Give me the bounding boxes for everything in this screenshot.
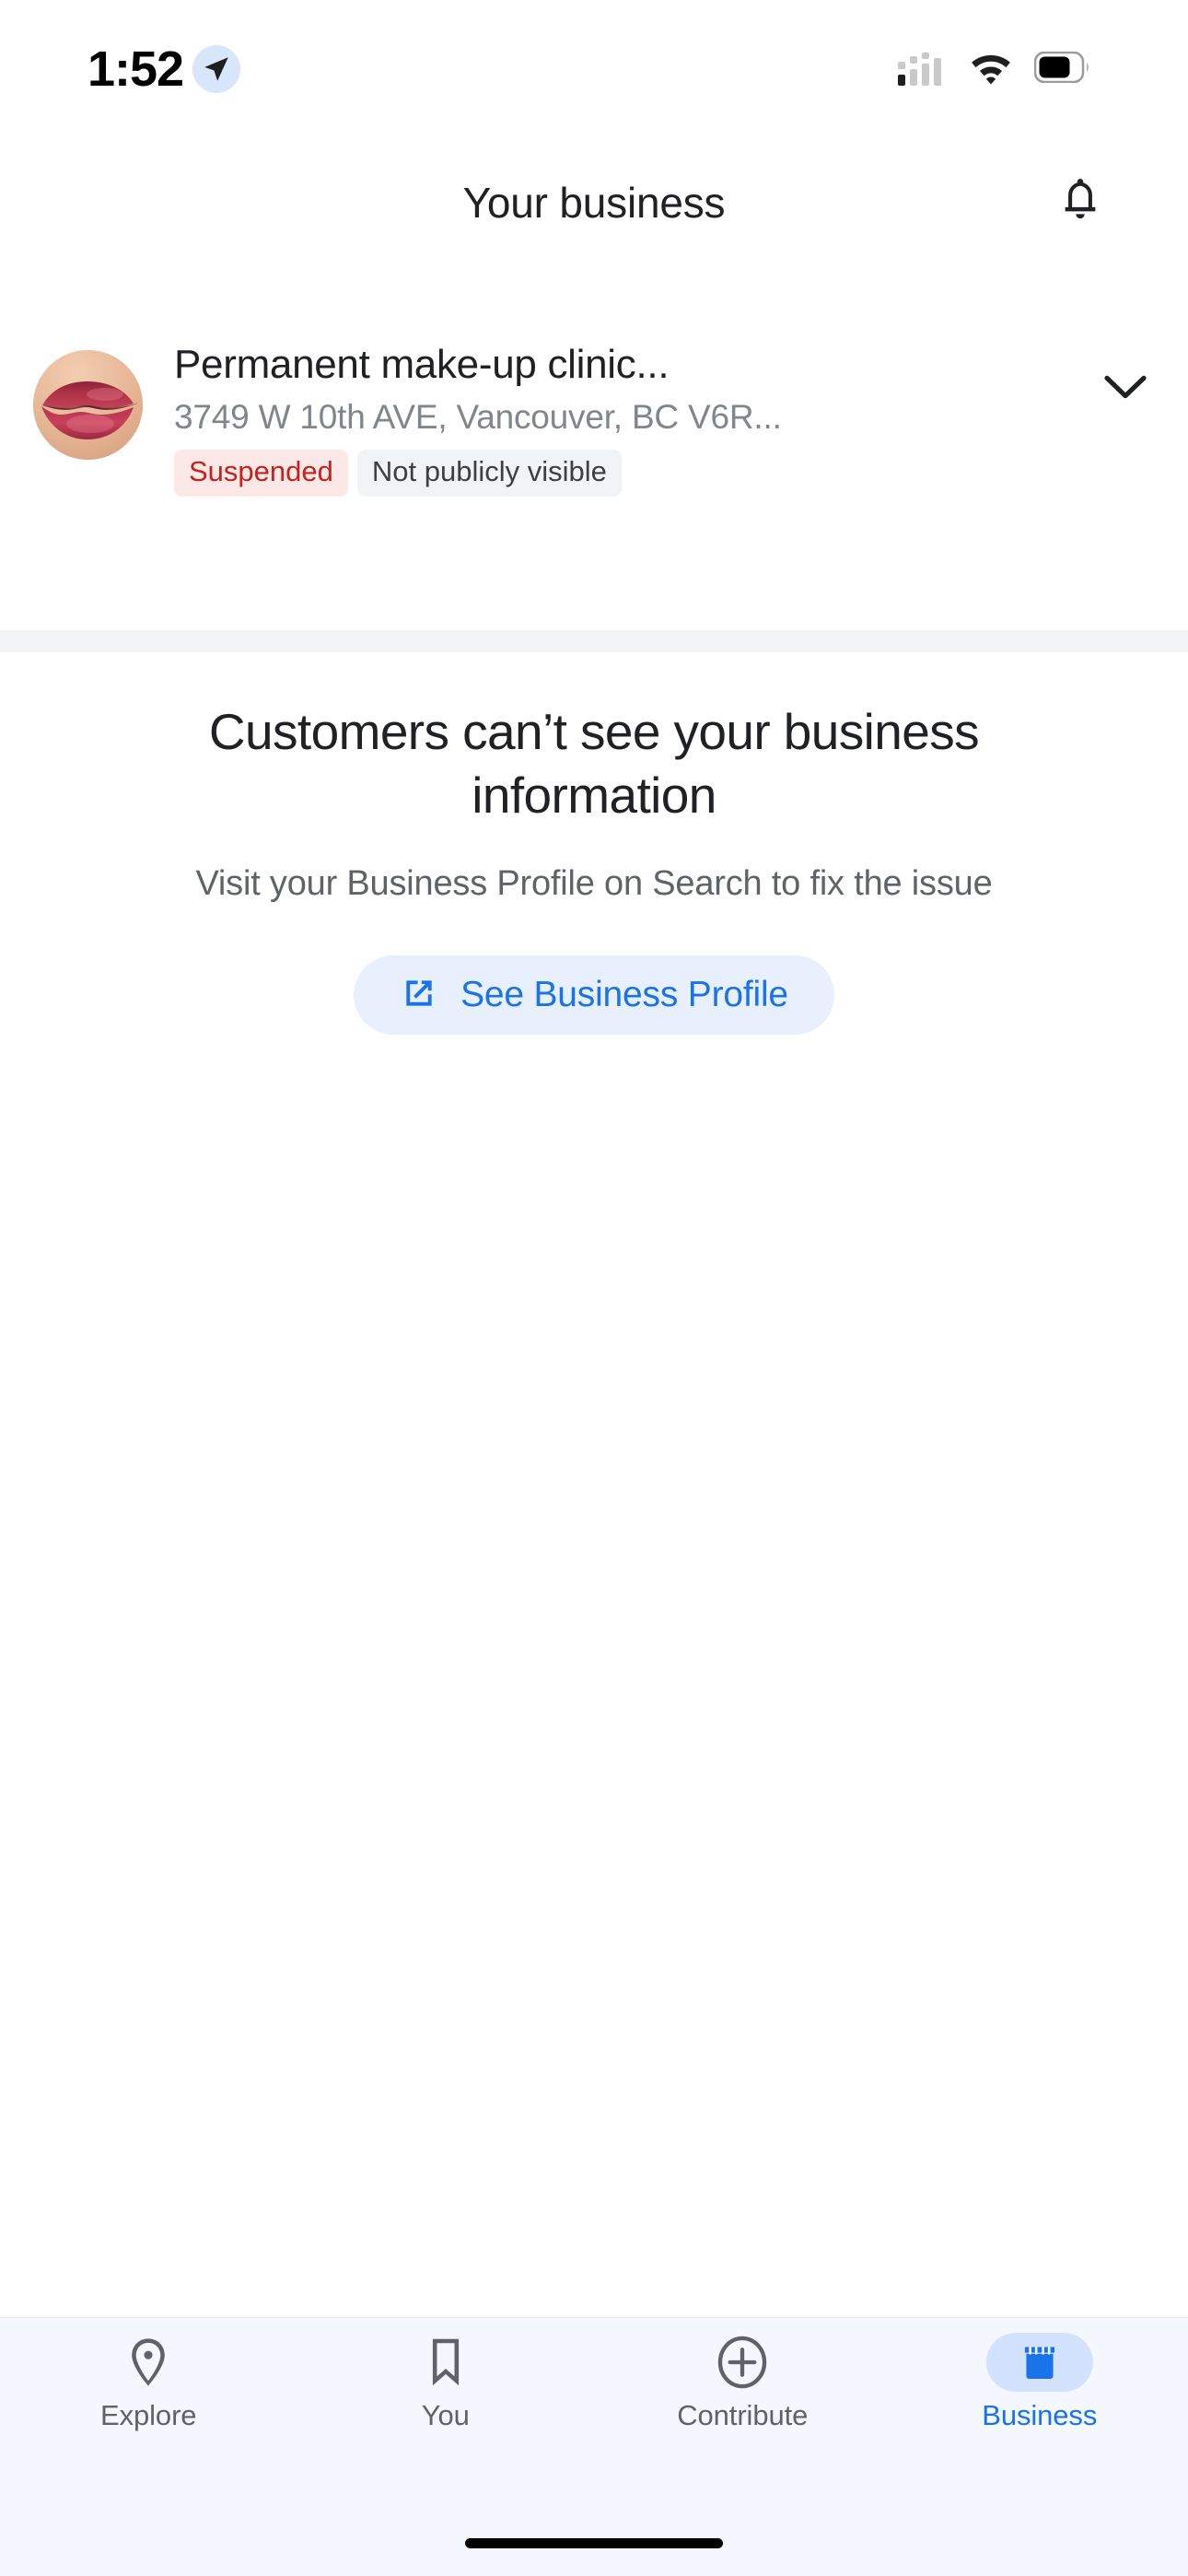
- business-profile-photo: [33, 350, 143, 460]
- home-indicator: [465, 2538, 723, 2548]
- empty-state: Customers can’t see your business inform…: [0, 700, 1188, 1035]
- status-bar-clock: 1:52: [87, 41, 184, 97]
- empty-state-subtitle: Visit your Business Profile on Search to…: [195, 863, 993, 903]
- storefront-icon: [985, 2333, 1093, 2392]
- map-pin-icon: [95, 2333, 202, 2392]
- status-bar-right: [898, 49, 1091, 90]
- avatar: [33, 350, 143, 460]
- wifi-icon: [968, 50, 1014, 89]
- chevron-down-icon: [1103, 374, 1147, 404]
- nav-label-explore: Explore: [100, 2399, 197, 2431]
- external-link-icon: [400, 974, 438, 1015]
- notifications-button[interactable]: [1039, 161, 1122, 244]
- see-business-profile-button[interactable]: See Business Profile: [354, 954, 834, 1035]
- cellular-signal-icon: [898, 49, 948, 90]
- bell-icon: [1056, 176, 1104, 230]
- nav-item-contribute[interactable]: Contribute: [594, 2333, 891, 2432]
- nav-item-business[interactable]: Business: [891, 2333, 1188, 2432]
- status-bar-left: 1:52: [0, 41, 241, 97]
- app-header: Your business: [0, 138, 1188, 267]
- location-arrow-icon: [192, 45, 241, 93]
- status-badge: Suspended: [174, 449, 348, 497]
- nav-label-business: Business: [982, 2399, 1098, 2431]
- nav-label-contribute: Contribute: [677, 2399, 809, 2431]
- business-badges: Suspended Not publicly visible: [174, 449, 1065, 497]
- nav-label-you: You: [421, 2399, 470, 2431]
- business-name: Permanent make-up clinic...: [174, 342, 670, 387]
- page-title: Your business: [462, 179, 726, 227]
- business-address: 3749 W 10th AVE, Vancouver, BC V6R...: [174, 397, 782, 436]
- business-selector-row[interactable]: Permanent make-up clinic... 3749 W 10th …: [0, 332, 1188, 497]
- see-business-profile-label: See Business Profile: [460, 974, 788, 1014]
- nav-item-you[interactable]: You: [297, 2333, 595, 2432]
- bookmark-icon: [392, 2333, 499, 2392]
- nav-item-explore[interactable]: Explore: [0, 2333, 297, 2432]
- section-divider: [0, 630, 1188, 652]
- battery-icon: [1033, 51, 1091, 88]
- visibility-badge: Not publicly visible: [356, 449, 622, 497]
- empty-state-title: Customers can’t see your business inform…: [208, 703, 980, 824]
- status-bar: 1:52: [0, 0, 1188, 138]
- bottom-navigation: Explore You Contribute Business: [0, 2317, 1188, 2576]
- business-info: Permanent make-up clinic... 3749 W 10th …: [174, 341, 1083, 497]
- plus-circle-icon: [689, 2333, 796, 2392]
- business-switcher-button[interactable]: [1083, 346, 1168, 431]
